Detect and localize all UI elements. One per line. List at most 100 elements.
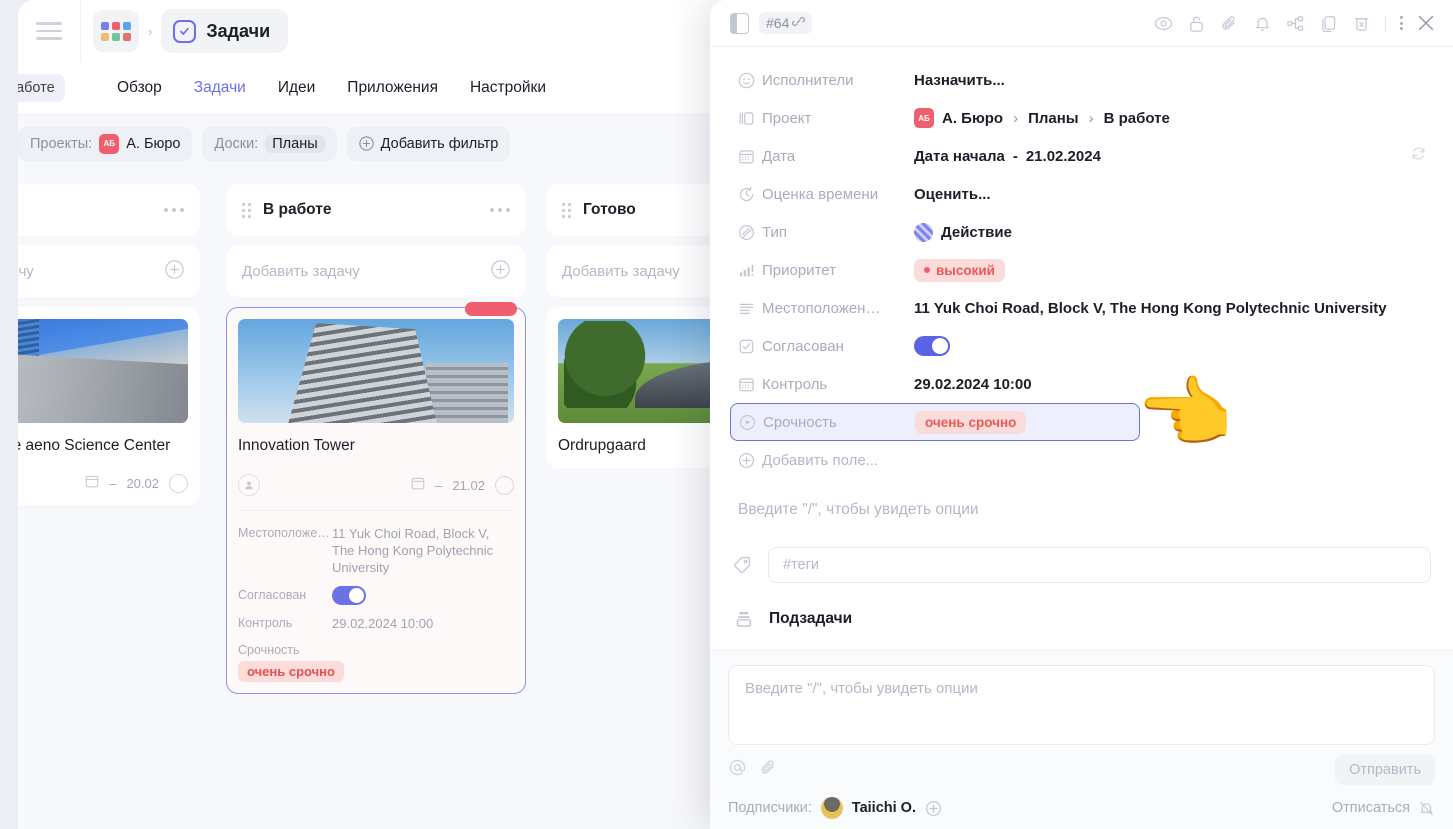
task-card-date: 20.02 — [126, 476, 159, 491]
breadcrumb-board[interactable]: Планы — [1028, 110, 1079, 127]
field-type[interactable]: Тип Действие — [730, 213, 1433, 251]
panel-header: #64 — [710, 0, 1453, 47]
eye-icon[interactable] — [1154, 14, 1173, 33]
filter-projects[interactable]: Проекты: АБ А. Бюро — [18, 126, 193, 161]
subtasks-label: Подзадачи — [769, 610, 853, 627]
field-priority[interactable]: Приоритет высокий — [730, 251, 1433, 289]
description-placeholder[interactable]: Введите "/", чтобы увидеть опции — [710, 479, 1453, 519]
panel-footer: Введите "/", чтобы увидеть опции Отправи… — [710, 650, 1453, 829]
field-value[interactable]: Дата начала - 21.02.2024 — [914, 148, 1101, 165]
card-approved-toggle[interactable] — [332, 586, 366, 605]
add-task-icon[interactable] — [165, 259, 184, 283]
add-subscriber-icon[interactable] — [925, 800, 942, 817]
column-title: В работе — [263, 201, 332, 218]
paperclip-icon[interactable] — [759, 758, 778, 782]
subscriber-name: Taiichi O. — [851, 800, 916, 816]
breadcrumb-item-tasks[interactable]: Задачи — [161, 9, 289, 53]
send-button[interactable]: Отправить — [1335, 755, 1435, 785]
approved-toggle[interactable] — [914, 336, 950, 356]
breadcrumb-project[interactable]: А. Бюро — [942, 110, 1003, 127]
field-location[interactable]: Местоположен… 11 Yuk Choi Road, Block V,… — [730, 289, 1433, 327]
bell-icon[interactable] — [1253, 14, 1272, 33]
drag-handle-icon[interactable] — [242, 202, 251, 218]
panel-toggle-icon[interactable] — [730, 12, 749, 34]
priority-tag: высокий — [914, 258, 1005, 282]
unsubscribe-button[interactable]: Отписаться — [1332, 800, 1435, 817]
column-header — [18, 184, 200, 236]
tab-overview[interactable]: Обзор — [117, 79, 162, 97]
field-value[interactable]: очень срочно — [915, 410, 1027, 434]
filter-boards-value: Планы — [265, 134, 325, 153]
paperclip-icon[interactable] — [1220, 14, 1239, 33]
close-icon[interactable] — [1417, 14, 1435, 32]
task-card[interactable]: маркетинговые аеno Science Center – 20.0… — [18, 307, 200, 505]
column-menu-icon[interactable] — [164, 208, 184, 212]
field-control[interactable]: Контроль 29.02.2024 10:00 — [730, 365, 1433, 403]
tab-apps[interactable]: Приложения — [347, 79, 438, 97]
trash-icon[interactable] — [1352, 14, 1371, 33]
repeat-icon[interactable] — [1410, 145, 1427, 167]
add-field-row[interactable]: Добавить поле... — [730, 441, 1433, 479]
add-filter-button[interactable]: Добавить фильтр — [346, 126, 511, 161]
field-value[interactable]: 11 Yuk Choi Road, Block V, The Hong Kong… — [914, 300, 1387, 317]
field-key: Тип — [762, 223, 788, 241]
project-board-icon — [738, 110, 762, 127]
avatar[interactable] — [820, 797, 843, 819]
field-assignees[interactable]: Исполнители Назначить... — [730, 61, 1433, 99]
assignee-avatar-icon[interactable] — [238, 474, 260, 496]
tab-tasks[interactable]: Задачи — [194, 79, 246, 97]
add-field-label: Добавить поле... — [762, 451, 879, 469]
breadcrumb-separator: › — [148, 23, 153, 39]
date-dash: - — [1012, 147, 1018, 165]
tab-ideas[interactable]: Идеи — [278, 79, 315, 97]
field-time-estimate[interactable]: Оценка времени Оценить... — [730, 175, 1433, 213]
card-field-value: 29.02.2024 10:00 — [332, 616, 434, 631]
subtasks-row[interactable]: Подзадачи — [710, 583, 1453, 629]
field-value[interactable]: Назначить... — [914, 72, 1005, 89]
task-card-status-circle[interactable] — [495, 475, 514, 495]
field-value[interactable]: АБ А. Бюро › Планы › В работе — [914, 108, 1170, 128]
link-icon[interactable] — [792, 15, 806, 31]
comment-input[interactable]: Введите "/", чтобы увидеть опции — [728, 665, 1435, 745]
field-value[interactable]: 29.02.2024 10:00 — [914, 376, 1032, 393]
task-card-status-circle[interactable] — [169, 474, 188, 493]
project-avatar: АБ — [914, 108, 934, 128]
more-vertical-icon[interactable] — [1400, 16, 1403, 30]
board-column-in-progress: В работе Добавить задачу Innovation Towe… — [226, 184, 526, 694]
hamburger-menu-icon[interactable] — [18, 0, 80, 62]
tags-input[interactable] — [768, 547, 1431, 583]
subscribers-row: Подписчики: Taiichi O. Отписаться — [728, 797, 1435, 819]
tab-settings[interactable]: Настройки — [470, 79, 546, 97]
lock-icon[interactable] — [1187, 14, 1206, 33]
panel-body: Исполнители Назначить... Проект АБ А. Бю… — [710, 47, 1453, 650]
task-card-badge — [465, 302, 517, 316]
field-value[interactable]: Действие — [914, 222, 1012, 242]
sitemap-icon[interactable] — [1286, 14, 1305, 33]
add-task-icon[interactable] — [491, 259, 510, 283]
priority-label: высокий — [936, 262, 995, 278]
add-task-row[interactable]: Добавить задачу — [226, 245, 526, 297]
field-key: Исполнители — [762, 71, 854, 89]
column-menu-icon[interactable] — [490, 208, 510, 212]
mention-icon[interactable] — [728, 758, 747, 782]
type-label: Действие — [941, 223, 1012, 241]
copy-document-icon[interactable] — [1319, 14, 1338, 33]
task-card-selected[interactable]: Innovation Tower – 21.02 Местоположе… 11… — [226, 302, 526, 694]
priority-dot-icon — [924, 267, 930, 273]
filter-boards[interactable]: Доски: Планы — [202, 126, 337, 161]
field-approved[interactable]: Согласован — [730, 327, 1433, 365]
task-id-chip[interactable]: #64 — [759, 12, 813, 34]
field-date[interactable]: Дата Дата начала - 21.02.2024 — [730, 137, 1433, 175]
add-filter-label: Добавить фильтр — [380, 135, 499, 152]
field-value[interactable]: Оценить... — [914, 186, 991, 203]
apps-grid-icon[interactable] — [93, 10, 139, 52]
date-prefix: Дата начала — [914, 147, 1005, 165]
field-urgency[interactable]: Срочность очень срочно — [730, 403, 1140, 441]
task-id-label: #64 — [766, 15, 790, 31]
breadcrumb-column[interactable]: В работе — [1104, 110, 1170, 127]
add-task-row[interactable]: Добавить задачу — [18, 245, 200, 297]
drag-handle-icon[interactable] — [562, 202, 571, 218]
field-value[interactable]: высокий — [914, 258, 1005, 282]
field-project[interactable]: Проект АБ А. Бюро › Планы › В работе — [730, 99, 1433, 137]
subscribers-label: Подписчики: — [728, 800, 812, 816]
